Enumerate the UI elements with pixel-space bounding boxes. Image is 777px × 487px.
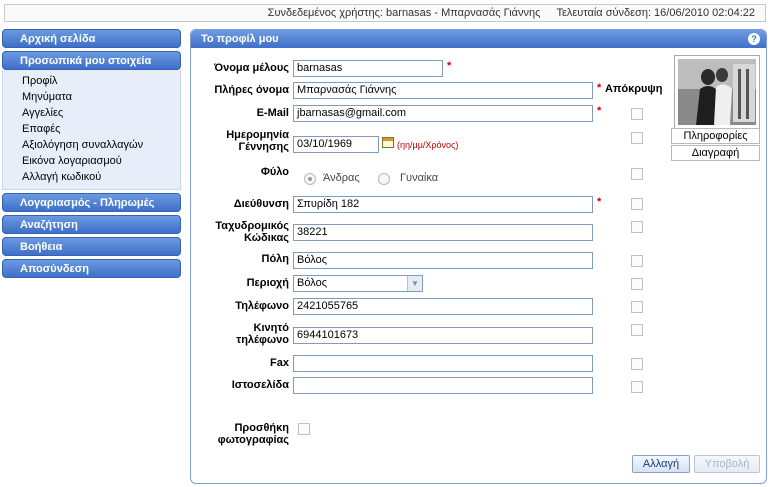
add-photo-label-line1: Προσθήκη [234,422,289,434]
submenu-ratings[interactable]: Αξιολόγηση συναλλαγών [3,137,180,153]
birthdate-field[interactable]: 03/10/1969 [293,136,379,153]
gender-label: Φύλο [260,166,289,178]
profile-photo-image [678,59,756,125]
mobile-label: Κινητό τηλέφωνο [201,322,289,346]
region-label: Περιοχή [246,277,289,289]
email-label: E-Mail [256,107,289,119]
phone-field[interactable]: 2421055765 [293,298,593,315]
hide-phone-checkbox[interactable] [631,301,643,313]
submenu-ads[interactable]: Αγγελίες [3,105,180,121]
profile-photo [674,55,760,129]
menu-personal[interactable]: Προσωπικά μου στοιχεία [2,51,181,70]
mobile-label-line2: τηλέφωνο [236,334,289,346]
username-label: Όνομα μέλους [214,62,289,74]
menu-search[interactable]: Αναζήτηση [2,215,181,234]
change-button[interactable]: Αλλαγή [632,455,690,473]
menu-home[interactable]: Αρχική σελίδα [2,29,181,48]
hide-email-checkbox[interactable] [631,108,643,120]
logged-user-text: Συνδεδεμένος χρήστης: barnasas - Μπαρνασ… [267,7,541,19]
add-photo-label-line2: φωτογραφίας [217,434,289,446]
profile-panel: Το προφίλ μου ? Όνομα μέλους barnasas * … [190,29,767,484]
sidebar-menu: Αρχική σελίδα Προσωπικά μου στοιχεία Προ… [2,29,181,281]
website-field[interactable] [293,377,593,394]
username-field[interactable]: barnasas [293,60,443,77]
fax-label: Fax [270,357,289,369]
birthdate-label-line1: Ημερομηνία [226,129,289,141]
submit-button[interactable]: Υποβολή [694,455,760,473]
required-marker: * [447,60,452,72]
menu-logout[interactable]: Αποσύνδεση [2,259,181,278]
hide-region-checkbox[interactable] [631,278,643,290]
postal-label-line2: Κώδικας [244,232,289,244]
mobile-label-line1: Κινητό [253,322,289,334]
menu-account-payments[interactable]: Λογαριασμός - Πληρωμές [2,193,181,212]
gender-male-label: Άνδρας [323,172,360,184]
hide-postal-checkbox[interactable] [631,221,643,233]
panel-title: Το προφίλ μου [191,30,766,48]
required-marker: * [597,105,602,117]
hide-birthdate-checkbox[interactable] [631,132,643,144]
phone-label: Τηλέφωνο [235,300,289,312]
required-marker: * [597,82,602,94]
birthdate-label: Ημερομηνία Γέννησης [201,129,289,153]
region-select[interactable]: Βόλος ▼ [293,275,423,292]
hide-address-checkbox[interactable] [631,198,643,210]
add-photo-label: Προσθήκη φωτογραφίας [201,422,289,446]
website-label: Ιστοσελίδα [231,379,289,391]
required-marker: * [597,196,602,208]
gender-female-radio[interactable] [378,173,390,185]
postal-label-line1: Ταχυδρομικός [215,220,289,232]
submenu-change-password[interactable]: Αλλαγή κωδικού [3,169,180,185]
fullname-field[interactable]: Μπαρνασάς Γιάννης [293,82,593,99]
photo-delete-link[interactable]: Διαγραφή [671,145,760,161]
calendar-icon[interactable] [382,137,394,148]
chevron-down-icon[interactable]: ▼ [407,276,422,291]
city-label: Πόλη [261,253,290,265]
hide-city-checkbox[interactable] [631,255,643,267]
postal-field[interactable]: 38221 [293,224,593,241]
date-format-hint: (ηη/μμ/Χρόνος) [397,140,459,150]
city-field[interactable]: Βόλος [293,252,593,269]
menu-help[interactable]: Βοήθεια [2,237,181,256]
submenu-contacts[interactable]: Επαφές [3,121,180,137]
gender-male-radio[interactable] [304,173,316,185]
top-status-bar: Συνδεδεμένος χρήστης: barnasas - Μπαρνασ… [4,4,766,22]
postal-label: Ταχυδρομικός Κώδικας [201,220,289,244]
hide-website-checkbox[interactable] [631,381,643,393]
personal-submenu: Προφίλ Μηνύματα Αγγελίες Επαφές Αξιολόγη… [2,70,181,190]
photo-info-link[interactable]: Πληροφορίες [671,128,760,144]
hide-gender-checkbox[interactable] [631,168,643,180]
submenu-profile[interactable]: Προφίλ [3,73,180,89]
address-field[interactable]: Σπυρίδη 182 [293,196,593,213]
hide-mobile-checkbox[interactable] [631,324,643,336]
gender-female-label: Γυναίκα [400,172,439,184]
add-photo-checkbox[interactable] [298,423,310,435]
fax-field[interactable] [293,355,593,372]
hide-fax-checkbox[interactable] [631,358,643,370]
fullname-label: Πλήρες όνομα [214,84,289,96]
address-label: Διεύθυνση [233,198,289,210]
help-icon[interactable]: ? [748,33,760,45]
region-selected-value: Βόλος [297,277,327,289]
submenu-messages[interactable]: Μηνύματα [3,89,180,105]
birthdate-label-line2: Γέννησης [238,141,290,153]
last-login-text: Τελευταία σύνδεση: 16/06/2010 02:04:22 [556,7,755,19]
mobile-field[interactable]: 6944101673 [293,327,593,344]
email-field[interactable]: jbarnasas@gmail.com [293,105,593,122]
hide-column-label: Απόκρυψη [605,83,663,95]
submenu-account-image[interactable]: Εικόνα λογαριασμού [3,153,180,169]
